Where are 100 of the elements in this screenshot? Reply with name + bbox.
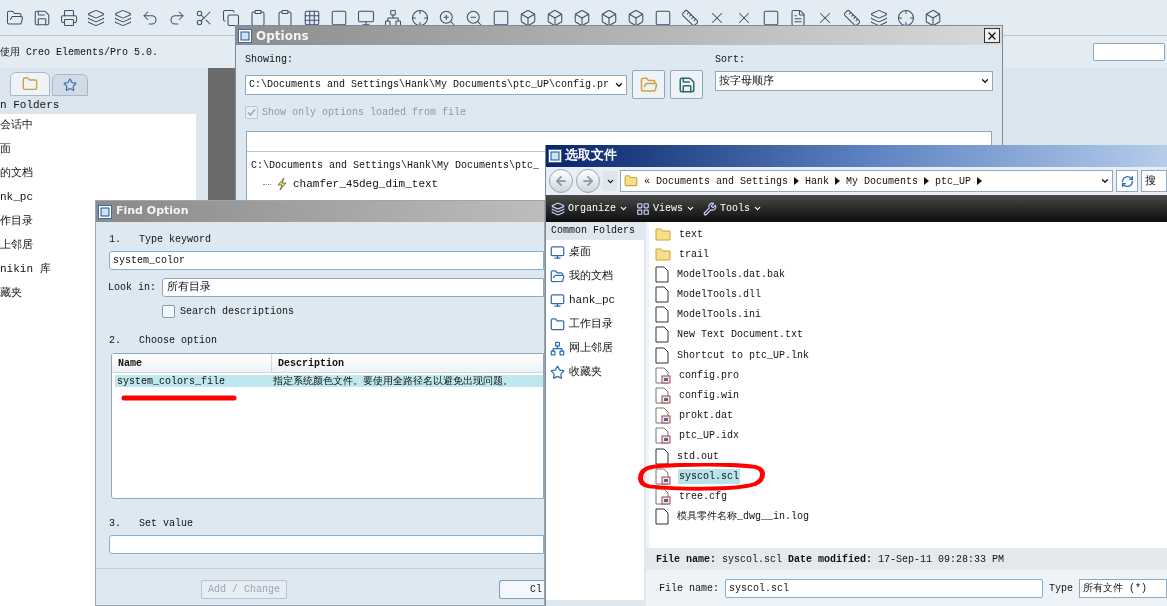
save-file-button[interactable] (670, 70, 703, 99)
square-icon[interactable] (330, 8, 348, 27)
cube-icon[interactable] (600, 8, 618, 27)
file-item[interactable]: trail (678, 246, 710, 262)
breadcrumb-item[interactable]: My Documents (846, 173, 919, 189)
redo-icon[interactable] (168, 8, 186, 27)
column-header[interactable]: Name (112, 354, 272, 372)
layers-icon[interactable] (114, 8, 132, 27)
zoom-out-icon[interactable] (465, 8, 483, 27)
file-item[interactable]: ModelTools.ini (676, 307, 762, 323)
cube-icon[interactable] (924, 8, 942, 27)
back-button[interactable] (549, 169, 573, 193)
document-icon (655, 346, 669, 364)
crosshair-icon[interactable] (897, 8, 915, 27)
file-item[interactable]: Shortcut to ptc_UP.lnk (676, 347, 811, 363)
copy-icon[interactable] (222, 8, 240, 27)
cube-icon[interactable] (627, 8, 645, 27)
toolbar-menu[interactable]: Views (636, 201, 696, 216)
file-item[interactable]: 模具零件名称_dwg__in.log (676, 509, 810, 525)
ruler-icon[interactable] (843, 8, 861, 27)
sort-dropdown[interactable]: 按字母顺序 (715, 71, 993, 91)
layers-icon[interactable] (87, 8, 105, 27)
file-item[interactable]: prokt.dat (678, 408, 734, 424)
file-item[interactable]: ptc_UP.idx (678, 428, 740, 444)
open-folder-icon (550, 268, 565, 284)
folder-item[interactable]: 会话中 (0, 116, 33, 134)
common-folder-item[interactable]: 收藏夹 (569, 363, 602, 381)
file-item[interactable]: ModelTools.dll (676, 287, 762, 303)
keyword-field[interactable]: system_color (109, 251, 544, 270)
folder-item[interactable]: 上邻居 (0, 236, 33, 254)
folder-item[interactable]: nikin 库 (0, 260, 51, 278)
showing-dropdown[interactable]: C:\Documents and Settings\Hank\My Documents\ptc_UP\config.pr (245, 74, 627, 95)
breadcrumb-arrow-icon (977, 177, 983, 185)
folder-item[interactable]: 面 (0, 140, 11, 158)
common-folder-item[interactable]: 网上邻居 (569, 339, 613, 357)
crosshair-icon[interactable] (411, 8, 429, 27)
column-header[interactable]: Description (272, 354, 543, 372)
address-bar[interactable]: « Documents and Settings Hank My Documents ptc_UP (620, 170, 1113, 192)
option-row[interactable]: system_colors_file 指定系统颜色文件。要使用全路径名以避免出现问题。 (115, 375, 543, 387)
close-button[interactable] (984, 28, 1000, 43)
network-icon[interactable] (384, 8, 402, 27)
tree-root[interactable]: C:\Documents and Settings\Hank\My Documents\ptc_ (247, 152, 540, 173)
print-icon[interactable] (60, 8, 78, 27)
grid-icon[interactable] (303, 8, 321, 27)
tree-item[interactable]: chamfer_45deg_dim_text (293, 176, 439, 193)
dropdown-icon[interactable] (1100, 176, 1110, 186)
save-icon[interactable] (33, 8, 51, 27)
breadcrumb-item[interactable]: ptc_UP (935, 173, 972, 189)
scissors-icon[interactable] (195, 8, 213, 27)
file-item[interactable]: New Text Document.txt (676, 327, 805, 343)
zoom-in-icon[interactable] (438, 8, 456, 27)
search-descriptions-checkbox[interactable] (162, 305, 175, 318)
detail-value: syscol.scl (722, 552, 783, 567)
forward-button[interactable] (576, 169, 600, 193)
breadcrumb-item[interactable]: « (644, 173, 650, 189)
square-icon[interactable] (762, 8, 780, 27)
file-item[interactable]: std.out (676, 448, 720, 464)
document-icon[interactable] (789, 8, 807, 27)
ruler-icon[interactable] (681, 8, 699, 27)
refresh-button[interactable] (1116, 170, 1138, 192)
monitor-icon[interactable] (357, 8, 375, 27)
square-icon[interactable] (492, 8, 510, 27)
toolbar-menu[interactable]: Organize (551, 201, 628, 216)
look-in-dropdown[interactable]: 所有目录 (162, 278, 544, 297)
common-folder-item[interactable]: 我的文档 (569, 267, 613, 285)
file-item[interactable]: config.pro (678, 367, 740, 383)
common-folder-item[interactable]: hank_pc (569, 291, 616, 309)
breadcrumb-item[interactable]: Documents and Settings (656, 173, 789, 189)
search-field[interactable]: 搜 (1141, 170, 1167, 192)
breadcrumb-item[interactable]: Hank (805, 173, 830, 189)
cube-icon[interactable] (546, 8, 564, 27)
close-button[interactable]: Cl (499, 580, 544, 599)
file-item[interactable]: ModelTools.dat.bak (676, 266, 787, 282)
folder-item[interactable]: 藏夹 (0, 284, 22, 302)
cube-icon[interactable] (573, 8, 591, 27)
square-icon[interactable] (654, 8, 672, 27)
navigator-tab[interactable] (52, 74, 88, 96)
folder-icon (655, 227, 671, 241)
file-item[interactable]: syscol.scl (678, 468, 740, 484)
grid-icon (636, 201, 650, 216)
value-field[interactable] (109, 535, 544, 554)
undo-icon[interactable] (141, 8, 159, 27)
file-item[interactable]: config.win (678, 388, 740, 403)
open-folder-icon[interactable] (6, 8, 24, 27)
cube-icon[interactable] (519, 8, 537, 27)
document-icon (655, 306, 669, 324)
layers-icon[interactable] (870, 8, 888, 27)
common-folder-item[interactable]: 工作目录 (569, 315, 613, 333)
file-item[interactable]: text (678, 226, 704, 242)
folder-item[interactable]: nk_pc (0, 188, 33, 206)
common-folder-item[interactable]: 桌面 (569, 243, 591, 261)
file-name-field[interactable]: syscol.scl (725, 578, 1043, 598)
window-title: Find Option (116, 203, 189, 220)
search-field[interactable] (1093, 43, 1165, 61)
file-item[interactable]: tree.cfg (678, 488, 728, 504)
folder-item[interactable]: 作目录 (0, 212, 33, 230)
folder-item[interactable]: 的文档 (0, 164, 33, 182)
step-label: 3. Set value (109, 517, 194, 531)
file-type-dropdown[interactable]: 所有文件 (*) (1079, 578, 1167, 598)
toolbar-menu[interactable]: Tools (703, 201, 763, 216)
